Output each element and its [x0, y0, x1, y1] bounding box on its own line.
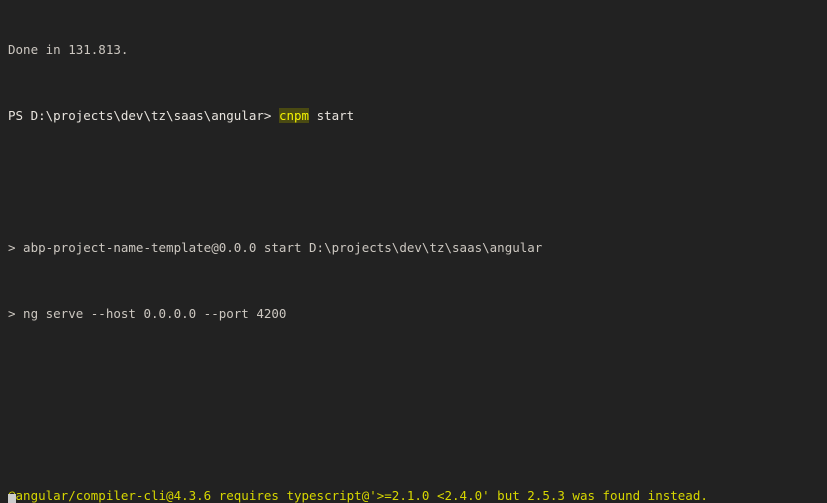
- prompt-args: start: [309, 107, 355, 123]
- package-start-text: > abp-project-name-template@0.0.0 start …: [8, 240, 543, 256]
- warning-typescript-version: @angular/compiler-cli@4.3.6 requires typ…: [8, 488, 708, 503]
- terminal-line-prompt: PS D:\projects\dev\tz\saas\angular> cnpm…: [0, 107, 827, 125]
- terminal-line-done: Done in 131.813.: [0, 42, 827, 59]
- prompt-path: PS D:\projects\dev\tz\saas\angular>: [8, 107, 279, 123]
- prompt-command: cnpm: [278, 107, 310, 123]
- terminal-line-ngserve: > ng serve --host 0.0.0.0 --port 4200: [0, 306, 827, 323]
- terminal-window[interactable]: Done in 131.813. PS D:\projects\dev\tz\s…: [0, 0, 827, 503]
- terminal-cursor: [8, 494, 16, 503]
- terminal-line-warning-1: @angular/compiler-cli@4.3.6 requires typ…: [0, 488, 827, 503]
- done-text: Done in 131.813.: [8, 41, 129, 57]
- terminal-line-package: > abp-project-name-template@0.0.0 start …: [0, 240, 827, 257]
- ng-serve-text: > ng serve --host 0.0.0.0 --port 4200: [8, 306, 287, 322]
